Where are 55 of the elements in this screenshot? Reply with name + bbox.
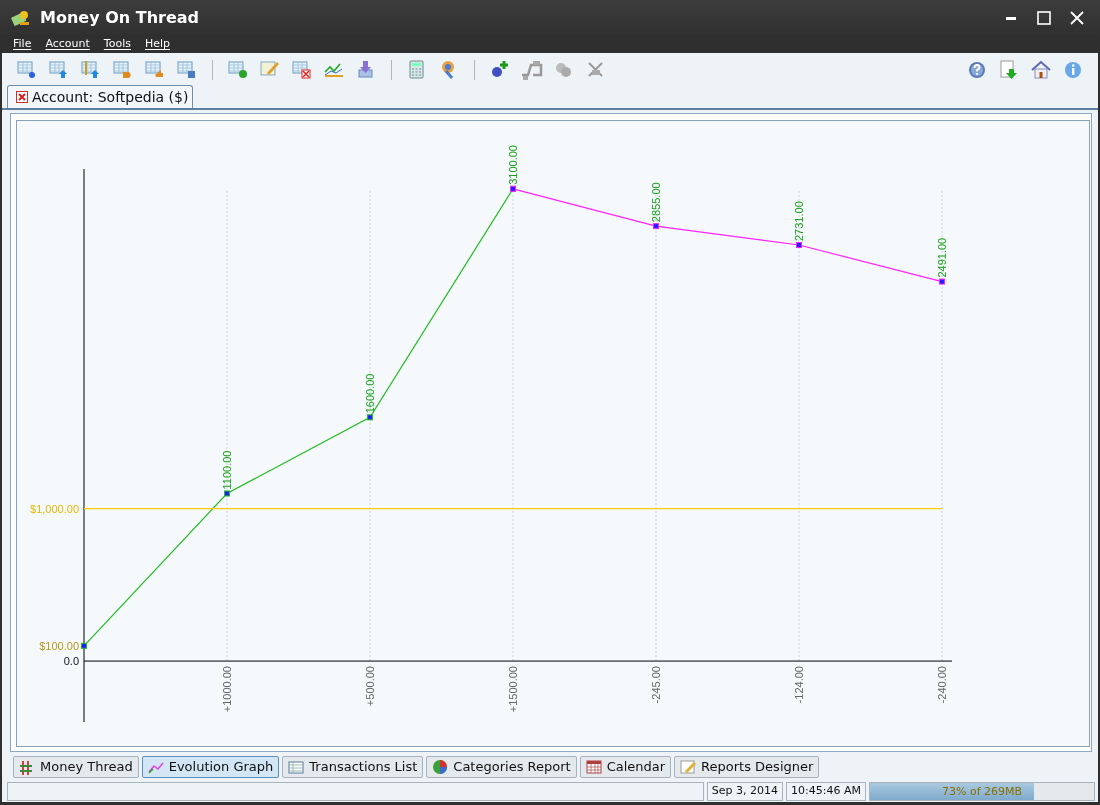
maximize-icon[interactable] — [1037, 11, 1051, 25]
status-time: 10:45:46 AM — [786, 781, 866, 801]
data-point — [796, 242, 802, 248]
document-download-icon — [998, 59, 1020, 81]
data-point — [939, 278, 945, 285]
new-table-icon — [16, 59, 38, 81]
window-title: Money On Thread — [40, 7, 199, 29]
view-tab[interactable]: Reports Designer — [674, 756, 820, 778]
axis-label: +500.00 — [364, 666, 376, 707]
home-icon — [1030, 59, 1052, 81]
minimize-icon[interactable] — [1006, 16, 1016, 20]
axis-label: +1000.00 — [221, 666, 233, 713]
axis-label: $100.00 — [39, 639, 79, 652]
table-save-icon — [176, 59, 198, 81]
calendar-icon — [585, 759, 602, 775]
menu-item[interactable]: File — [13, 36, 32, 53]
axis-label: +1500.00 — [507, 666, 519, 713]
help-icon — [966, 59, 988, 81]
data-label: 1600.00 — [364, 373, 376, 414]
status-date: Sep 3, 2014 — [706, 781, 784, 801]
data-point — [224, 490, 230, 497]
data-point — [653, 223, 659, 230]
menu-item[interactable]: Help — [144, 36, 171, 53]
data-point — [81, 642, 87, 649]
memory-reading: 73% of 269MB — [940, 783, 1024, 800]
view-tab[interactable]: Categories Report — [426, 756, 577, 778]
close-icon[interactable] — [16, 91, 28, 103]
view-tab[interactable]: Evolution Graph — [141, 756, 280, 778]
view-tab[interactable]: Money Thread — [13, 756, 139, 778]
table-export-icon — [112, 59, 134, 81]
document-edit-icon — [680, 759, 697, 775]
document-tab[interactable]: Account: Softpedia ($) — [7, 85, 194, 108]
axis-label: -240.00 — [936, 666, 948, 704]
table-upload-icon — [48, 59, 70, 81]
axis-label: $1,000.00 — [30, 502, 79, 515]
app-logo-icon — [10, 8, 30, 28]
view-tab[interactable]: Transactions List — [282, 756, 424, 778]
table-upload-icon — [80, 59, 102, 81]
axis-label: -124.00 — [793, 666, 805, 704]
data-label: 3100.00 — [507, 145, 519, 185]
data-label: 1100.00 — [221, 450, 233, 490]
info-icon — [1062, 59, 1084, 81]
data-point — [367, 414, 373, 421]
data-label: 2855.00 — [650, 182, 662, 223]
axis-label: 0.0 — [63, 655, 79, 668]
pie-chart-icon — [432, 759, 449, 775]
axis-label: -245.00 — [650, 666, 662, 704]
data-label: 2731.00 — [793, 201, 805, 241]
view-tab[interactable]: Calendar — [579, 756, 672, 778]
menu-item[interactable]: Tools — [103, 36, 131, 53]
table-money-icon — [227, 59, 249, 81]
table-icon — [288, 759, 305, 775]
menu-item[interactable]: Account — [45, 36, 90, 53]
data-label: 2491.00 — [936, 237, 948, 278]
table-delete-icon — [291, 59, 313, 81]
